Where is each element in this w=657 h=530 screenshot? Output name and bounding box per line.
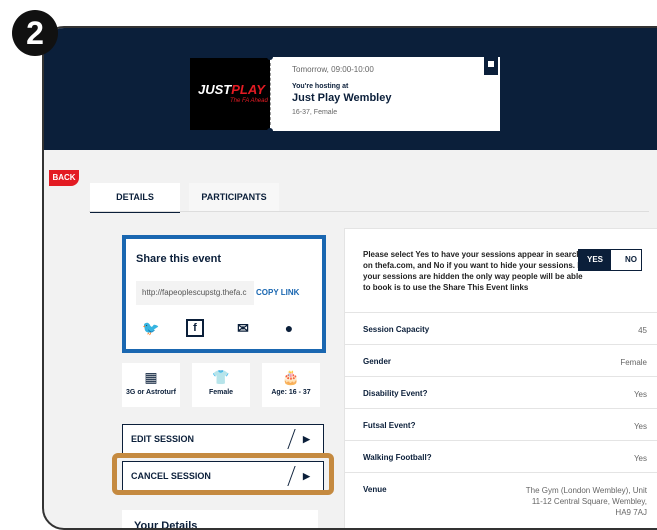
tab-details[interactable]: DETAILS [90,183,180,213]
your-details-title: Your Details [134,520,198,530]
session-title: Just Play Wembley [292,92,392,104]
row-value: Yes [633,390,647,399]
bookmark-icon [484,57,498,75]
detail-row: Session Capacity 45 [345,312,657,345]
just-play-logo: JUSTPLAY The FA Ahead [190,58,270,130]
hosting-label: You're hosting at [292,83,349,90]
cake-icon: 🎂 [282,369,300,385]
session-ticket: Tomorrow, 09:00-10:00 You're hosting at … [267,54,500,134]
session-meta: 16-37, Female [292,109,338,116]
twitter-icon[interactable]: 🐦 [140,319,162,337]
row-label: Disability Event? [363,389,428,398]
ticket-notch [267,128,273,134]
info-tile-gender: 👕 Female [192,363,250,407]
visibility-description: Please select Yes to have your sessions … [363,250,583,292]
share-event-card: Share this event http://fapeoplescupstg.… [122,235,326,353]
back-button[interactable]: BACK [49,170,79,186]
chevron-right-icon: ▶ [303,434,310,444]
facebook-icon[interactable]: f [186,319,204,337]
edit-session-button[interactable]: EDIT SESSION ▶ [122,424,324,454]
surface-label: 3G or Astroturf [126,389,176,396]
header-banner: JUSTPLAY The FA Ahead Tomorrow, 09:00-10… [44,28,657,150]
app-frame: JUSTPLAY The FA Ahead Tomorrow, 09:00-10… [42,26,657,530]
gender-label: Female [208,389,234,396]
session-details-panel: Please select Yes to have your sessions … [344,228,657,528]
email-icon[interactable]: ✉ [232,319,254,337]
row-label: Futsal Event? [363,421,416,430]
row-value: Yes [633,454,647,463]
detail-row: Disability Event? Yes [345,376,657,409]
your-details-card: Your Details [122,510,318,530]
share-link-field[interactable]: http://fapeoplescupstg.thefa.c [136,281,254,305]
age-label: Age: 16 - 37 [271,389,311,396]
detail-row: Walking Football? Yes [345,440,657,473]
detail-row: Gender Female [345,344,657,377]
copy-link-button[interactable]: COPY LINK [256,281,299,305]
row-value: 45 [638,326,647,335]
info-tile-age: 🎂 Age: 16 - 37 [262,363,320,407]
row-label: Gender [363,357,392,366]
tab-participants[interactable]: PARTICIPANTS [189,183,279,211]
visibility-toggle[interactable]: YES NO [578,249,642,271]
tabs-divider [89,211,649,212]
detail-row-venue: Venue The Gym (London Wembley), Unit 11-… [345,472,657,528]
toggle-no[interactable]: NO [625,250,637,270]
row-label: Session Capacity [363,325,430,334]
ticket-divider [270,63,271,125]
whatsapp-icon[interactable]: ● [278,319,300,337]
row-value: Yes [633,422,647,431]
logo-text: JUSTPLAY [198,82,265,97]
step-number-badge: 2 [12,10,58,56]
row-value: Female [620,358,647,367]
shirt-icon: 👕 [212,369,230,385]
row-label: Walking Football? [363,453,432,462]
session-time: Tomorrow, 09:00-10:00 [292,65,374,74]
pitch-icon: ▦ [144,369,158,385]
share-title: Share this event [136,253,221,265]
info-tile-surface: ▦ 3G or Astroturf [122,363,180,407]
detail-row: Futsal Event? Yes [345,408,657,441]
toggle-yes[interactable]: YES [579,250,611,270]
logo-subtext: The FA Ahead [230,98,268,104]
edit-session-label: EDIT SESSION [131,434,195,444]
row-label: Venue [363,485,387,494]
button-separator [287,429,296,449]
ticket-notch [267,54,273,60]
cancel-session-highlight [112,453,334,495]
venue-address: The Gym (London Wembley), Unit 11-12 Cen… [525,486,647,517]
